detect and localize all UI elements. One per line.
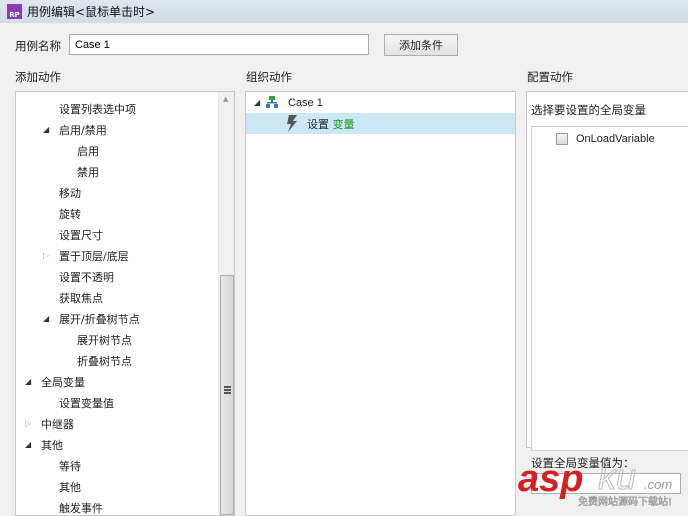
action-verb: 设置 — [307, 117, 329, 131]
configure-panel: 选择要设置的全局变量 OnLoadVariable — [526, 91, 688, 451]
action-item-label: 其他 — [41, 438, 63, 452]
expand-arrow-icon[interactable]: ▷ — [25, 419, 31, 428]
action-item[interactable]: 折叠树节点 — [16, 350, 216, 371]
variable-list: OnLoadVariable — [531, 126, 688, 451]
action-item-label: 折叠树节点 — [77, 354, 132, 368]
action-item[interactable]: ◢ 其他 — [16, 434, 216, 455]
scroll-up-icon[interactable]: ▲ — [223, 95, 228, 103]
scrollbar-thumb[interactable] — [220, 275, 234, 515]
action-item-label: 获取焦点 — [59, 291, 103, 305]
organize-actions-tree: ◢ Case 1 设置 变量 — [245, 91, 516, 516]
action-item[interactable]: 等待 — [16, 455, 216, 476]
action-item-label: 设置列表选中项 — [59, 102, 136, 116]
action-item[interactable]: ◢ 全局变量 — [16, 371, 216, 392]
action-item-label: 禁用 — [77, 165, 99, 179]
action-item[interactable]: 触发事件 — [16, 497, 216, 515]
action-item[interactable]: 设置不透明 — [16, 266, 216, 287]
action-item-label: 设置变量值 — [59, 396, 114, 410]
action-item-label: 等待 — [59, 459, 81, 473]
action-item[interactable]: 展开树节点 — [16, 329, 216, 350]
action-item-label: 设置不透明 — [59, 270, 114, 284]
action-item-label: 启用/禁用 — [59, 123, 107, 137]
action-target: 变量 — [332, 117, 355, 131]
action-item[interactable]: 禁用 — [16, 161, 216, 182]
action-item-label: 旋转 — [59, 207, 81, 221]
action-item[interactable]: ◢ 展开/折叠树节点 — [16, 308, 216, 329]
action-item[interactable]: ▷ 中继器 — [16, 413, 216, 434]
action-item[interactable]: 启用 — [16, 140, 216, 161]
action-item-label: 其他 — [59, 480, 81, 494]
scrollbar[interactable]: ▲ — [218, 92, 234, 515]
action-item-label: 启用 — [77, 144, 99, 158]
case-name-input[interactable] — [69, 34, 369, 55]
case-label: Case 1 — [288, 96, 323, 109]
collapse-arrow-icon[interactable]: ◢ — [43, 314, 49, 323]
action-item[interactable]: 移动 — [16, 182, 216, 203]
action-node-selected[interactable]: 设置 变量 — [246, 113, 515, 134]
action-label: 设置 变量 — [307, 116, 355, 132]
expand-arrow-icon[interactable]: ▷ — [43, 251, 49, 260]
collapse-arrow-icon[interactable]: ◢ — [25, 377, 31, 386]
action-item[interactable]: 设置列表选中项 — [16, 98, 216, 119]
case-name-label: 用例名称 — [15, 39, 61, 53]
variable-value-label: 设置全局变量值为： — [531, 456, 635, 470]
action-item-label: 全局变量 — [41, 375, 85, 389]
select-variable-label: 选择要设置的全局变量 — [531, 103, 646, 117]
collapse-arrow-icon[interactable]: ◢ — [25, 440, 31, 449]
action-item-label: 置于顶层/底层 — [59, 249, 129, 263]
action-item[interactable]: 旋转 — [16, 203, 216, 224]
add-condition-button[interactable]: 添加条件 — [384, 34, 458, 56]
action-item-label: 中继器 — [41, 417, 74, 431]
configure-actions-heading: 配置动作 — [527, 70, 573, 84]
action-item[interactable]: ◢ 启用/禁用 — [16, 119, 216, 140]
action-item-label: 设置尺寸 — [59, 228, 103, 242]
app-logo-icon: RP — [7, 4, 22, 19]
grip-icon — [224, 386, 231, 394]
action-item[interactable]: 设置变量值 — [16, 392, 216, 413]
action-item-label: 触发事件 — [59, 501, 103, 515]
case-tree-icon — [266, 96, 278, 108]
window-title: 用例编辑<鼠标单击时> — [27, 5, 156, 19]
variable-checkbox[interactable] — [556, 132, 568, 145]
title-bar: RP 用例编辑<鼠标单击时> — [0, 0, 688, 23]
add-actions-tree: 触发事件 其他 等待 ◢ 其他 ▷ 中继器 设置变量值 ◢ 全局变量 折叠树节点 展开树节点 ◢ 展开/折… — [15, 91, 235, 516]
variable-item[interactable]: OnLoadVariable — [556, 128, 655, 149]
lightning-icon — [287, 115, 297, 132]
organize-actions-heading: 组织动作 — [246, 70, 292, 84]
collapse-arrow-icon[interactable]: ◢ — [43, 125, 49, 134]
action-item-label: 展开树节点 — [77, 333, 132, 347]
action-item[interactable]: 设置尺寸 — [16, 224, 216, 245]
action-item[interactable]: 其他 — [16, 476, 216, 497]
variable-value-input[interactable] — [531, 473, 681, 494]
expand-arrow-icon[interactable]: ◢ — [254, 98, 260, 107]
add-actions-heading: 添加动作 — [15, 70, 61, 84]
case-node[interactable]: ◢ Case 1 — [246, 92, 515, 113]
svg-text:免费网站源码下载站!: 免费网站源码下载站! — [578, 495, 672, 508]
action-item-label: 移动 — [59, 186, 81, 200]
action-item-label: 展开/折叠树节点 — [59, 312, 140, 326]
action-item[interactable]: 获取焦点 — [16, 287, 216, 308]
action-item[interactable]: ▷ 置于顶层/底层 — [16, 245, 216, 266]
variable-name: OnLoadVariable — [576, 132, 655, 145]
